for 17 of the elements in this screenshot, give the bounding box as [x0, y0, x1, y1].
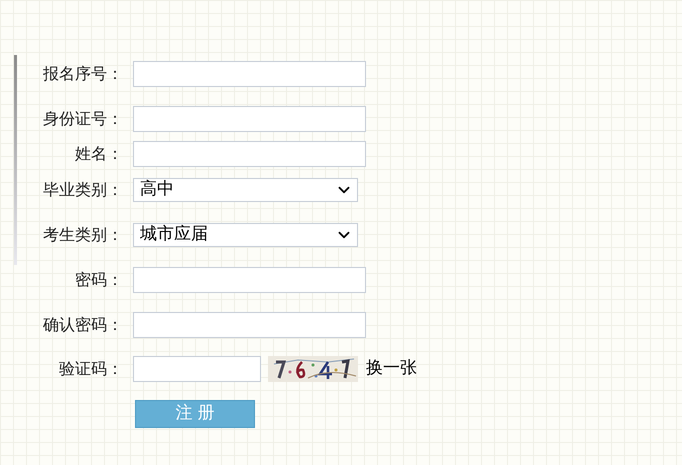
dropdown[interactable]: 城市应届: [133, 223, 358, 247]
field-label: 报名序号：: [42, 63, 124, 85]
input-field[interactable]: [133, 106, 366, 132]
input-field[interactable]: [133, 141, 366, 167]
field-label: 身份证号：: [42, 108, 124, 130]
dropdown[interactable]: 高中: [133, 178, 358, 202]
input-field[interactable]: [133, 356, 261, 382]
field-label: 密码：: [74, 269, 124, 291]
input-field[interactable]: [133, 61, 366, 87]
input-field[interactable]: [133, 267, 366, 293]
input-field[interactable]: [133, 312, 366, 338]
field-label: 确认密码：: [42, 314, 124, 336]
field-label: 姓名：: [74, 143, 124, 165]
field-label: 毕业类别：: [42, 179, 124, 201]
field-label: 考生类别：: [42, 224, 124, 246]
field-label: 验证码：: [58, 358, 124, 380]
refresh-link[interactable]: 换一张: [366, 356, 417, 382]
